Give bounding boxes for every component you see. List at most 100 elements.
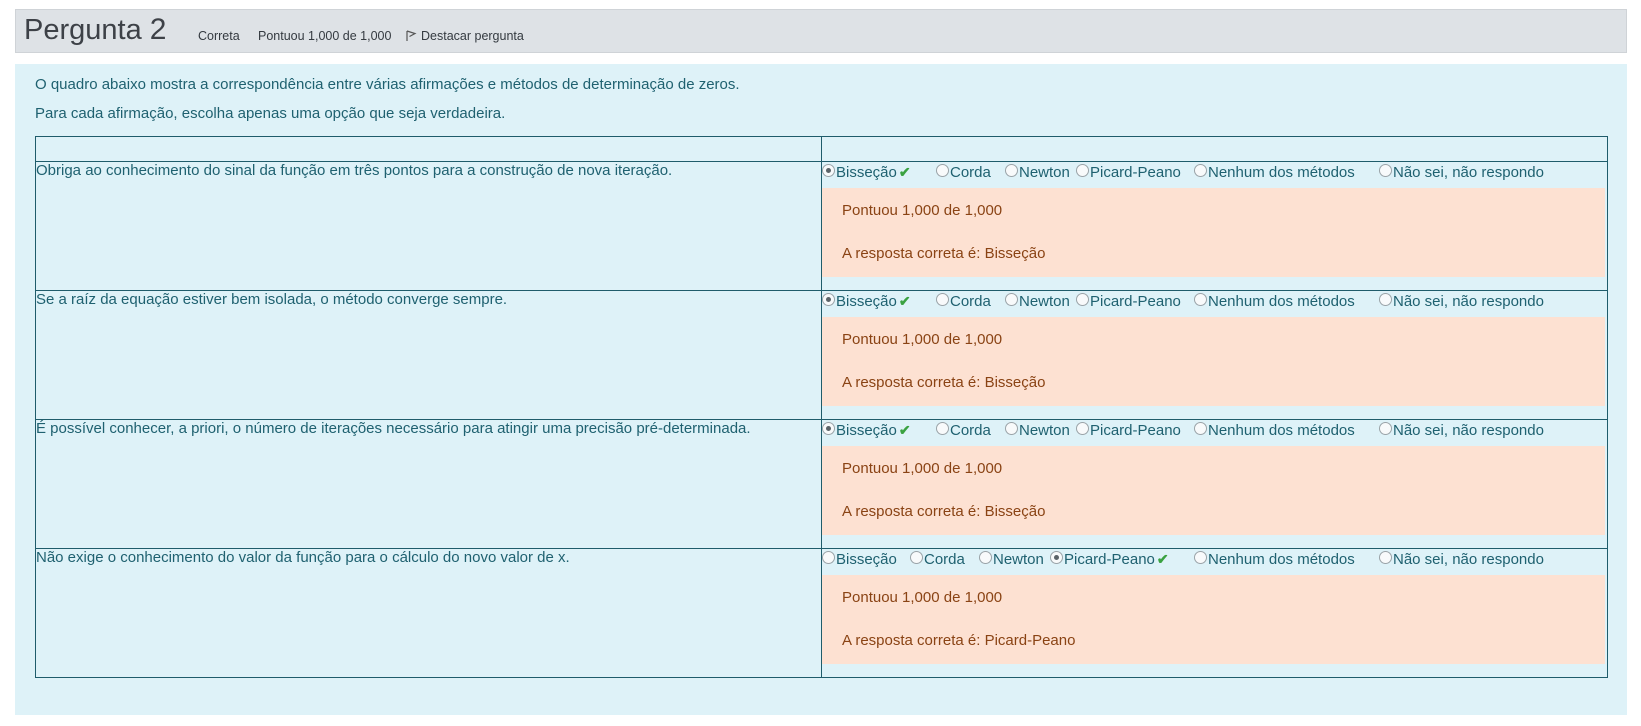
option-corda[interactable]: Corda [936, 164, 991, 181]
correct-check-icon: ✔ [1156, 551, 1169, 567]
answer-options: Bisseção ✔ Corda Newton Picard-Peano Nenhum d… [822, 420, 1607, 442]
option-corda[interactable]: Corda [910, 551, 965, 568]
option-label: Bisseção [836, 164, 897, 181]
option-bisse-o[interactable]: Bisseção ✔ [822, 422, 911, 439]
option-corda[interactable]: Corda [936, 422, 991, 439]
radio-button[interactable] [1194, 164, 1207, 177]
answer-options: Bisseção ✔ Corda Newton Picard-Peano Nenhum d… [822, 162, 1607, 184]
row-score: Pontuou 1,000 de 1,000 [842, 331, 1003, 348]
option-nenhum-dos-m-todos[interactable]: Nenhum dos métodos [1194, 293, 1355, 310]
question-content: O quadro abaixo mostra a correspondência… [15, 64, 1627, 715]
radio-button[interactable] [822, 551, 835, 564]
question-info-bar: Pergunta 2 Correta Pontuou 1,000 de 1,00… [15, 9, 1627, 53]
matching-table: Obriga ao conhecimento do sinal da funçã… [35, 136, 1608, 678]
option-label: Picard-Peano [1090, 293, 1181, 310]
option-nenhum-dos-m-todos[interactable]: Nenhum dos métodos [1194, 551, 1355, 568]
answer-options: Bisseção Corda Newton Picard-Peano ✔ Nenhum d… [822, 549, 1607, 571]
option-label: Nenhum dos métodos [1208, 164, 1355, 181]
question-label: Pergunta [24, 14, 142, 46]
answer-cell: Bisseção Corda Newton Picard-Peano ✔ Nenhum d… [821, 548, 1608, 678]
option-newton[interactable]: Newton [1005, 164, 1070, 181]
flag-label: Destacar pergunta [421, 29, 524, 43]
radio-button[interactable] [936, 164, 949, 177]
correct-answer-text: A resposta correta é: Picard-Peano [842, 632, 1076, 649]
option-picard-peano[interactable]: Picard-Peano ✔ [1050, 551, 1169, 568]
radio-button[interactable] [1005, 164, 1018, 177]
radio-button[interactable] [1379, 164, 1392, 177]
radio-button[interactable] [822, 293, 835, 306]
option-bisse-o[interactable]: Bisseção ✔ [822, 293, 911, 310]
option-n-o-sei-n-o-respondo[interactable]: Não sei, não respondo [1379, 551, 1544, 568]
radio-button[interactable] [1076, 164, 1089, 177]
option-newton[interactable]: Newton [1005, 422, 1070, 439]
radio-button[interactable] [979, 551, 992, 564]
row-score: Pontuou 1,000 de 1,000 [842, 589, 1003, 606]
table-row: Não exige o conhecimento do valor da fun… [35, 548, 1608, 678]
option-label: Newton [1019, 422, 1070, 439]
option-bisse-o[interactable]: Bisseção [822, 551, 897, 568]
feedback-box: Pontuou 1,000 de 1,000 A resposta correta… [822, 575, 1605, 664]
option-nenhum-dos-m-todos[interactable]: Nenhum dos métodos [1194, 422, 1355, 439]
option-label: Corda [950, 422, 991, 439]
radio-button[interactable] [1076, 293, 1089, 306]
radio-button[interactable] [936, 293, 949, 306]
option-label: Não sei, não respondo [1393, 551, 1544, 568]
option-newton[interactable]: Newton [1005, 293, 1070, 310]
option-picard-peano[interactable]: Picard-Peano [1076, 164, 1181, 181]
radio-button[interactable] [1379, 293, 1392, 306]
radio-button[interactable] [1379, 551, 1392, 564]
option-n-o-sei-n-o-respondo[interactable]: Não sei, não respondo [1379, 164, 1544, 181]
option-label: Não sei, não respondo [1393, 164, 1544, 181]
question-number: 2 [149, 13, 167, 46]
flag-question-link[interactable]: Destacar pergunta [405, 29, 524, 43]
radio-button[interactable] [1194, 551, 1207, 564]
option-label: Nenhum dos métodos [1208, 551, 1355, 568]
option-picard-peano[interactable]: Picard-Peano [1076, 293, 1181, 310]
table-header-row [35, 136, 1608, 162]
option-label: Nenhum dos métodos [1208, 422, 1355, 439]
option-picard-peano[interactable]: Picard-Peano [1076, 422, 1181, 439]
correct-check-icon: ✔ [898, 164, 911, 180]
table-row: Se a raíz da equação estiver bem isolada… [35, 290, 1608, 420]
header-cell-statement [35, 136, 822, 162]
row-score: Pontuou 1,000 de 1,000 [842, 202, 1003, 219]
option-label: Corda [950, 164, 991, 181]
answer-cell: Bisseção ✔ Corda Newton Picard-Peano Nenhum d… [821, 161, 1608, 291]
radio-button[interactable] [936, 422, 949, 435]
statement-cell: Se a raíz da equação estiver bem isolada… [35, 290, 822, 420]
correct-check-icon: ✔ [898, 422, 911, 438]
table-row: É possível conhecer, a priori, o número … [35, 419, 1608, 549]
radio-button[interactable] [822, 164, 835, 177]
row-score: Pontuou 1,000 de 1,000 [842, 460, 1003, 477]
option-newton[interactable]: Newton [979, 551, 1044, 568]
answer-options: Bisseção ✔ Corda Newton Picard-Peano Nenhum d… [822, 291, 1607, 313]
statement-cell: É possível conhecer, a priori, o número … [35, 419, 822, 549]
header-cell-options [821, 136, 1608, 162]
radio-button[interactable] [1050, 551, 1063, 564]
statement-cell: Não exige o conhecimento do valor da fun… [35, 548, 822, 678]
option-bisse-o[interactable]: Bisseção ✔ [822, 164, 911, 181]
answer-cell: Bisseção ✔ Corda Newton Picard-Peano Nenhum d… [821, 290, 1608, 420]
radio-button[interactable] [1005, 422, 1018, 435]
correct-answer-text: A resposta correta é: Bisseção [842, 374, 1046, 391]
option-n-o-sei-n-o-respondo[interactable]: Não sei, não respondo [1379, 293, 1544, 310]
option-n-o-sei-n-o-respondo[interactable]: Não sei, não respondo [1379, 422, 1544, 439]
option-corda[interactable]: Corda [936, 293, 991, 310]
option-nenhum-dos-m-todos[interactable]: Nenhum dos métodos [1194, 164, 1355, 181]
radio-button[interactable] [1194, 422, 1207, 435]
radio-button[interactable] [1194, 293, 1207, 306]
answer-cell: Bisseção ✔ Corda Newton Picard-Peano Nenhum d… [821, 419, 1608, 549]
option-label: Picard-Peano [1090, 422, 1181, 439]
option-label: Corda [950, 293, 991, 310]
option-label: Não sei, não respondo [1393, 422, 1544, 439]
radio-button[interactable] [822, 422, 835, 435]
radio-button[interactable] [910, 551, 923, 564]
radio-button[interactable] [1005, 293, 1018, 306]
option-label: Nenhum dos métodos [1208, 293, 1355, 310]
radio-button[interactable] [1076, 422, 1089, 435]
question-grade: Pontuou 1,000 de 1,000 [258, 29, 392, 43]
option-label: Newton [1019, 293, 1070, 310]
question-state: Correta [198, 29, 240, 43]
radio-button[interactable] [1379, 422, 1392, 435]
option-label: Bisseção [836, 293, 897, 310]
